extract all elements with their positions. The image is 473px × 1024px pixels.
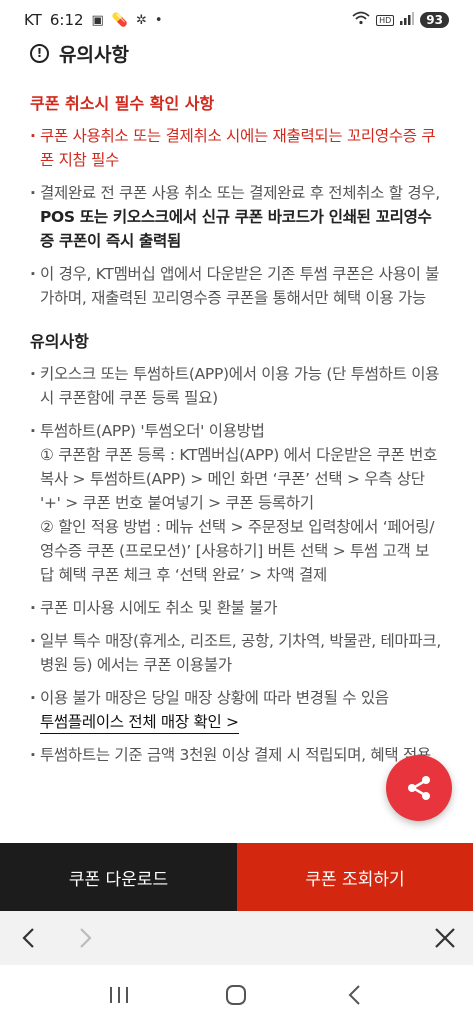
screenshot-icon: ▣ — [91, 12, 104, 28]
close-icon — [435, 928, 455, 948]
forward-button[interactable] — [72, 924, 100, 952]
app-icon: ✲ — [136, 12, 147, 28]
status-bar: KT 6:12 ▣ 💊 ✲ • HD 93 — [0, 0, 473, 40]
list-item: 결제완료 전 쿠폰 사용 취소 또는 결제완료 후 전체취소 할 경우, POS… — [30, 181, 443, 253]
notice-title: 유의사항 — [59, 43, 129, 66]
system-back-button[interactable] — [334, 980, 374, 1010]
cancel-list: 쿠폰 사용취소 또는 결제취소 시에는 재출력되는 꼬리영수증 쿠폰 지참 필수… — [30, 124, 443, 310]
section-heading: 유의사항 — [30, 332, 89, 351]
share-icon — [408, 776, 430, 800]
list-item: 일부 특수 매장(휴게소, 리조트, 공항, 기차역, 박물관, 테마파크, 병… — [30, 629, 443, 677]
carrier-label: KT — [24, 11, 42, 29]
step-register: ① 쿠폰함 쿠폰 등록 : KT멤버십(APP) 에서 다운받은 쿠폰 번호 복… — [40, 446, 438, 512]
wifi-icon — [352, 11, 370, 29]
system-nav — [0, 965, 473, 1024]
share-button[interactable] — [386, 755, 452, 821]
exclamation-icon: ! — [30, 43, 49, 63]
chevron-right-icon — [80, 928, 92, 948]
home-icon — [226, 984, 247, 1005]
notice-content[interactable]: ! 유의사항 쿠폰 취소시 필수 확인 사항 쿠폰 사용취소 또는 결제취소 시… — [0, 36, 473, 842]
coupon-lookup-button[interactable]: 쿠폰 조회하기 — [237, 843, 473, 911]
list-item: 쿠폰 사용취소 또는 결제취소 시에는 재출력되는 꼬리영수증 쿠폰 지참 필수 — [30, 124, 443, 172]
list-item: 키오스크 또는 투썸하트(APP)에서 이용 가능 (단 투썸하트 이용 시 쿠… — [30, 362, 443, 410]
signal-icon — [400, 11, 415, 29]
step-apply: ② 할인 적용 방법 : 메뉴 선택 > 주문정보 입력창에서 ‘페어링/영수증… — [40, 518, 435, 584]
close-button[interactable] — [431, 924, 459, 952]
status-left: KT 6:12 ▣ 💊 ✲ • — [24, 11, 163, 29]
notice-header: ! 유의사항 — [30, 36, 443, 70]
clock: 6:12 — [49, 11, 84, 29]
list-item: 쿠폰 미사용 시에도 취소 및 환불 불가 — [30, 596, 443, 620]
status-right: HD 93 — [352, 11, 449, 29]
pill-icon: 💊 — [111, 12, 129, 28]
action-bar: 쿠폰 다운로드 쿠폰 조회하기 — [0, 843, 473, 911]
list-item: 투썸하트(APP) '투썸오더' 이용방법 ① 쿠폰함 쿠폰 등록 : KT멤버… — [30, 419, 443, 587]
list-item: 이용 불가 매장은 당일 매장 상황에 따라 변경될 수 있음 투썸플레이스 전… — [30, 686, 443, 734]
back-button[interactable] — [14, 924, 42, 952]
hd-icon: HD — [376, 14, 395, 26]
more-notifications-icon: • — [154, 12, 163, 28]
notice-list: 키오스크 또는 투썸하트(APP)에서 이용 가능 (단 투썸하트 이용 시 쿠… — [30, 362, 443, 767]
battery-indicator: 93 — [420, 12, 449, 28]
home-button[interactable] — [216, 980, 256, 1010]
list-item: 투썸하트는 기준 금액 3천원 이상 결제 시 적립되며, 혜택 적용 — [30, 743, 443, 767]
coupon-download-button[interactable]: 쿠폰 다운로드 — [0, 843, 237, 911]
browser-nav — [0, 911, 473, 965]
chevron-left-icon — [22, 928, 34, 948]
all-stores-link[interactable]: 투썸플레이스 전체 매장 확인 > — [40, 711, 239, 734]
list-item: 이 경우, KT멤버십 앱에서 다운받은 기존 투썸 쿠폰은 사용이 불가하며,… — [30, 262, 443, 310]
cancel-heading: 쿠폰 취소시 필수 확인 사항 — [30, 94, 215, 113]
recent-apps-icon — [109, 986, 128, 1003]
back-arrow-icon — [348, 984, 360, 1005]
recent-apps-button[interactable] — [99, 980, 139, 1010]
